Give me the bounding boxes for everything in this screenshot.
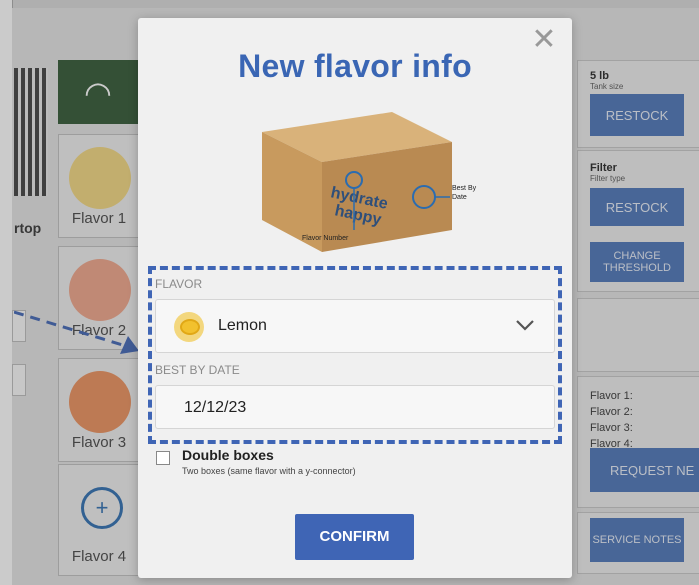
flavor-select-value: Lemon — [218, 317, 267, 334]
best-by-value: 12/12/23 — [184, 399, 247, 416]
app-frame: rtop ◠ Flavor 1 Flavor 2 Flavor 3 + Flav… — [0, 0, 699, 585]
double-boxes-title: Double boxes — [182, 447, 274, 463]
flavor-number-callout: Flavor Number — [302, 235, 349, 242]
best-by-callout: Best By — [452, 185, 477, 192]
flavor-label: FLAVOR — [155, 277, 203, 291]
chevron-down-icon — [516, 320, 534, 331]
lemon-icon — [174, 312, 204, 342]
svg-text:Date: Date — [452, 194, 467, 201]
best-by-input[interactable]: 12/12/23 — [155, 385, 555, 429]
new-flavor-dialog: ✕ New flavor info hydrate happy Best By … — [138, 18, 572, 578]
double-boxes-checkbox[interactable] — [156, 451, 170, 465]
flavor-select[interactable]: Lemon — [155, 299, 555, 353]
best-by-label: BEST BY DATE — [155, 363, 240, 377]
box-label-diagram: hydrate happy Best By Date Flavor Number — [262, 112, 477, 252]
confirm-button[interactable]: CONFIRM — [295, 514, 414, 560]
double-boxes-subtitle: Two boxes (same flavor with a y-connecto… — [182, 466, 356, 476]
dialog-title: New flavor info — [238, 48, 472, 84]
